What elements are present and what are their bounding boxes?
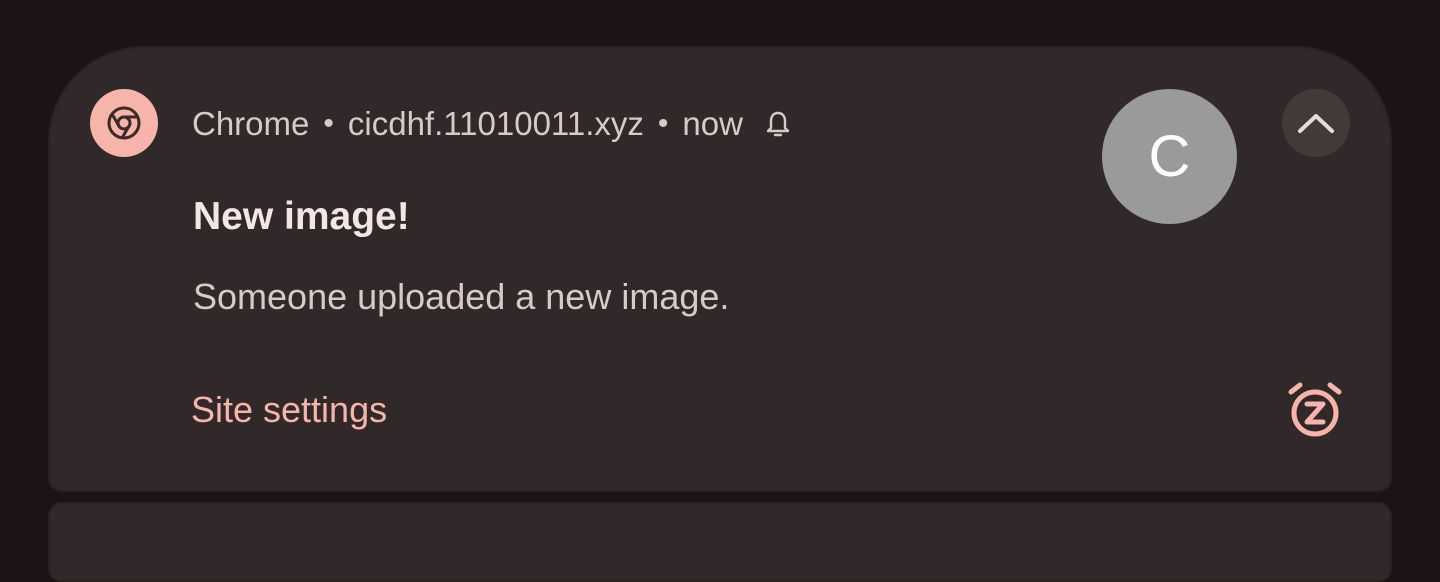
- chevron-up-icon: [1298, 114, 1334, 133]
- avatar: C: [1102, 89, 1237, 224]
- expand-button[interactable]: [1282, 89, 1350, 157]
- site-settings-button[interactable]: Site settings: [191, 389, 387, 431]
- separator: •: [323, 107, 334, 140]
- snooze-alarm-icon: [1288, 382, 1342, 437]
- notification-time: now: [682, 105, 743, 142]
- snooze-button[interactable]: [1283, 378, 1347, 442]
- avatar-letter: C: [1148, 124, 1191, 189]
- next-notification-card[interactable]: [48, 502, 1392, 582]
- notification-header: Chrome • cicdhf.11010011.xyz • now: [192, 104, 791, 144]
- notification-title: New image!: [193, 195, 410, 238]
- notification-body: Someone uploaded a new image.: [193, 276, 730, 317]
- site-origin: cicdhf.11010011.xyz: [347, 105, 644, 142]
- app-name: Chrome: [192, 105, 310, 142]
- separator: •: [657, 107, 669, 140]
- chrome-icon: [90, 89, 158, 157]
- bell-icon: [765, 110, 791, 138]
